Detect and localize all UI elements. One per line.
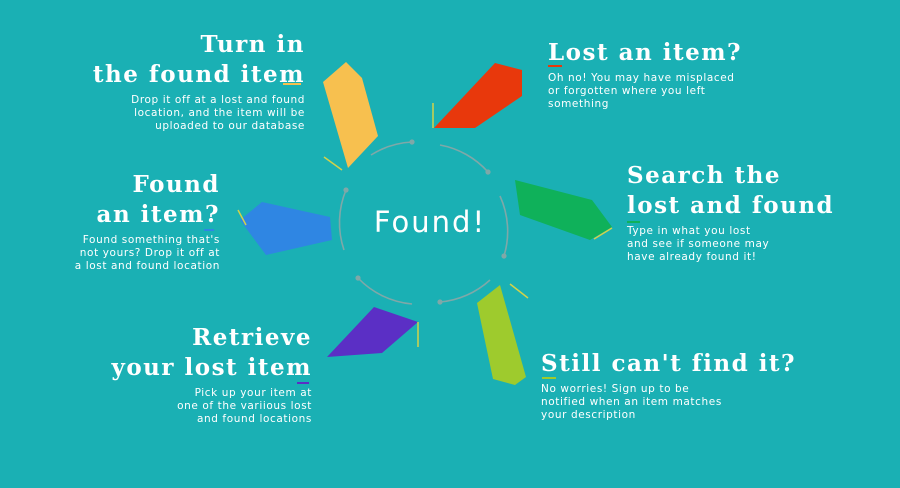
desc-line: and found locations — [196, 413, 312, 425]
desc-line: have already found it! — [627, 251, 757, 263]
step-turn-in: Turn in the found item Drop it off at a … — [93, 30, 305, 133]
step-title: Still can't find it? — [541, 349, 796, 379]
step-description: Found something that's not yours? Drop i… — [75, 234, 220, 273]
step-description: No worries! Sign up to be notified when … — [541, 383, 796, 422]
desc-line: Pick up your item at — [194, 387, 312, 399]
desc-line: and see if someone may — [627, 238, 770, 250]
petal-found — [240, 202, 332, 255]
desc-line: not yours? Drop it off at — [79, 247, 220, 259]
title-line: Still can't find it? — [541, 350, 797, 377]
step-description: Drop it off at a lost and found location… — [93, 94, 305, 133]
step-description: Pick up your item at one of the variious… — [111, 387, 312, 426]
desc-line: a lost and found location — [74, 260, 220, 272]
desc-line: Type in what you lost — [627, 225, 751, 237]
petal-retrieve — [327, 307, 418, 357]
step-title: Search the lost and found — [627, 161, 834, 221]
step-title: Turn in the found item — [93, 30, 305, 90]
petal-still — [477, 285, 526, 385]
step-retrieve: Retrieve your lost item Pick up your ite… — [111, 323, 312, 426]
desc-line: your description — [541, 409, 636, 421]
step-found: Found an item? Found something that's no… — [75, 170, 220, 273]
desc-line: Oh no! You may have misplaced — [548, 72, 735, 84]
desc-line: notified when an item matches — [541, 396, 722, 408]
petal-lost — [434, 63, 522, 128]
step-title: Found an item? — [75, 170, 220, 230]
title-line: your lost item — [111, 354, 312, 381]
desc-line: something — [548, 98, 609, 110]
petal-turn-in — [323, 62, 378, 168]
title-line: Turn in — [200, 31, 305, 58]
title-line: an item? — [96, 201, 220, 228]
step-title: Retrieve your lost item — [111, 323, 312, 383]
desc-line: Drop it off at a lost and found — [131, 94, 305, 106]
desc-line: or forgotten where you left — [548, 85, 706, 97]
step-still: Still can't find it? No worries! Sign up… — [541, 349, 796, 422]
desc-line: location, and the item will be — [134, 107, 305, 119]
title-line: Search the — [627, 162, 781, 189]
step-title: Lost an item? — [548, 38, 742, 68]
petal-search — [515, 180, 612, 240]
desc-line: one of the variious lost — [177, 400, 312, 412]
title-line: Lost an item? — [548, 39, 743, 66]
cycle-diagram: Found! Turn in the found item Drop it of… — [0, 0, 900, 488]
desc-line: No worries! Sign up to be — [541, 383, 690, 395]
title-line: Retrieve — [192, 324, 312, 351]
title-line: Found — [132, 171, 220, 198]
step-lost: Lost an item? Oh no! You may have mispla… — [548, 38, 742, 111]
desc-line: uploaded to our database — [155, 120, 305, 132]
step-search: Search the lost and found Type in what y… — [627, 161, 834, 264]
desc-line: Found something that's — [82, 234, 220, 246]
center-label: Found! — [373, 205, 487, 239]
title-line: lost and found — [627, 192, 835, 219]
title-line: the found item — [92, 61, 305, 88]
step-description: Oh no! You may have misplaced or forgott… — [548, 72, 742, 111]
step-description: Type in what you lost and see if someone… — [627, 225, 834, 264]
